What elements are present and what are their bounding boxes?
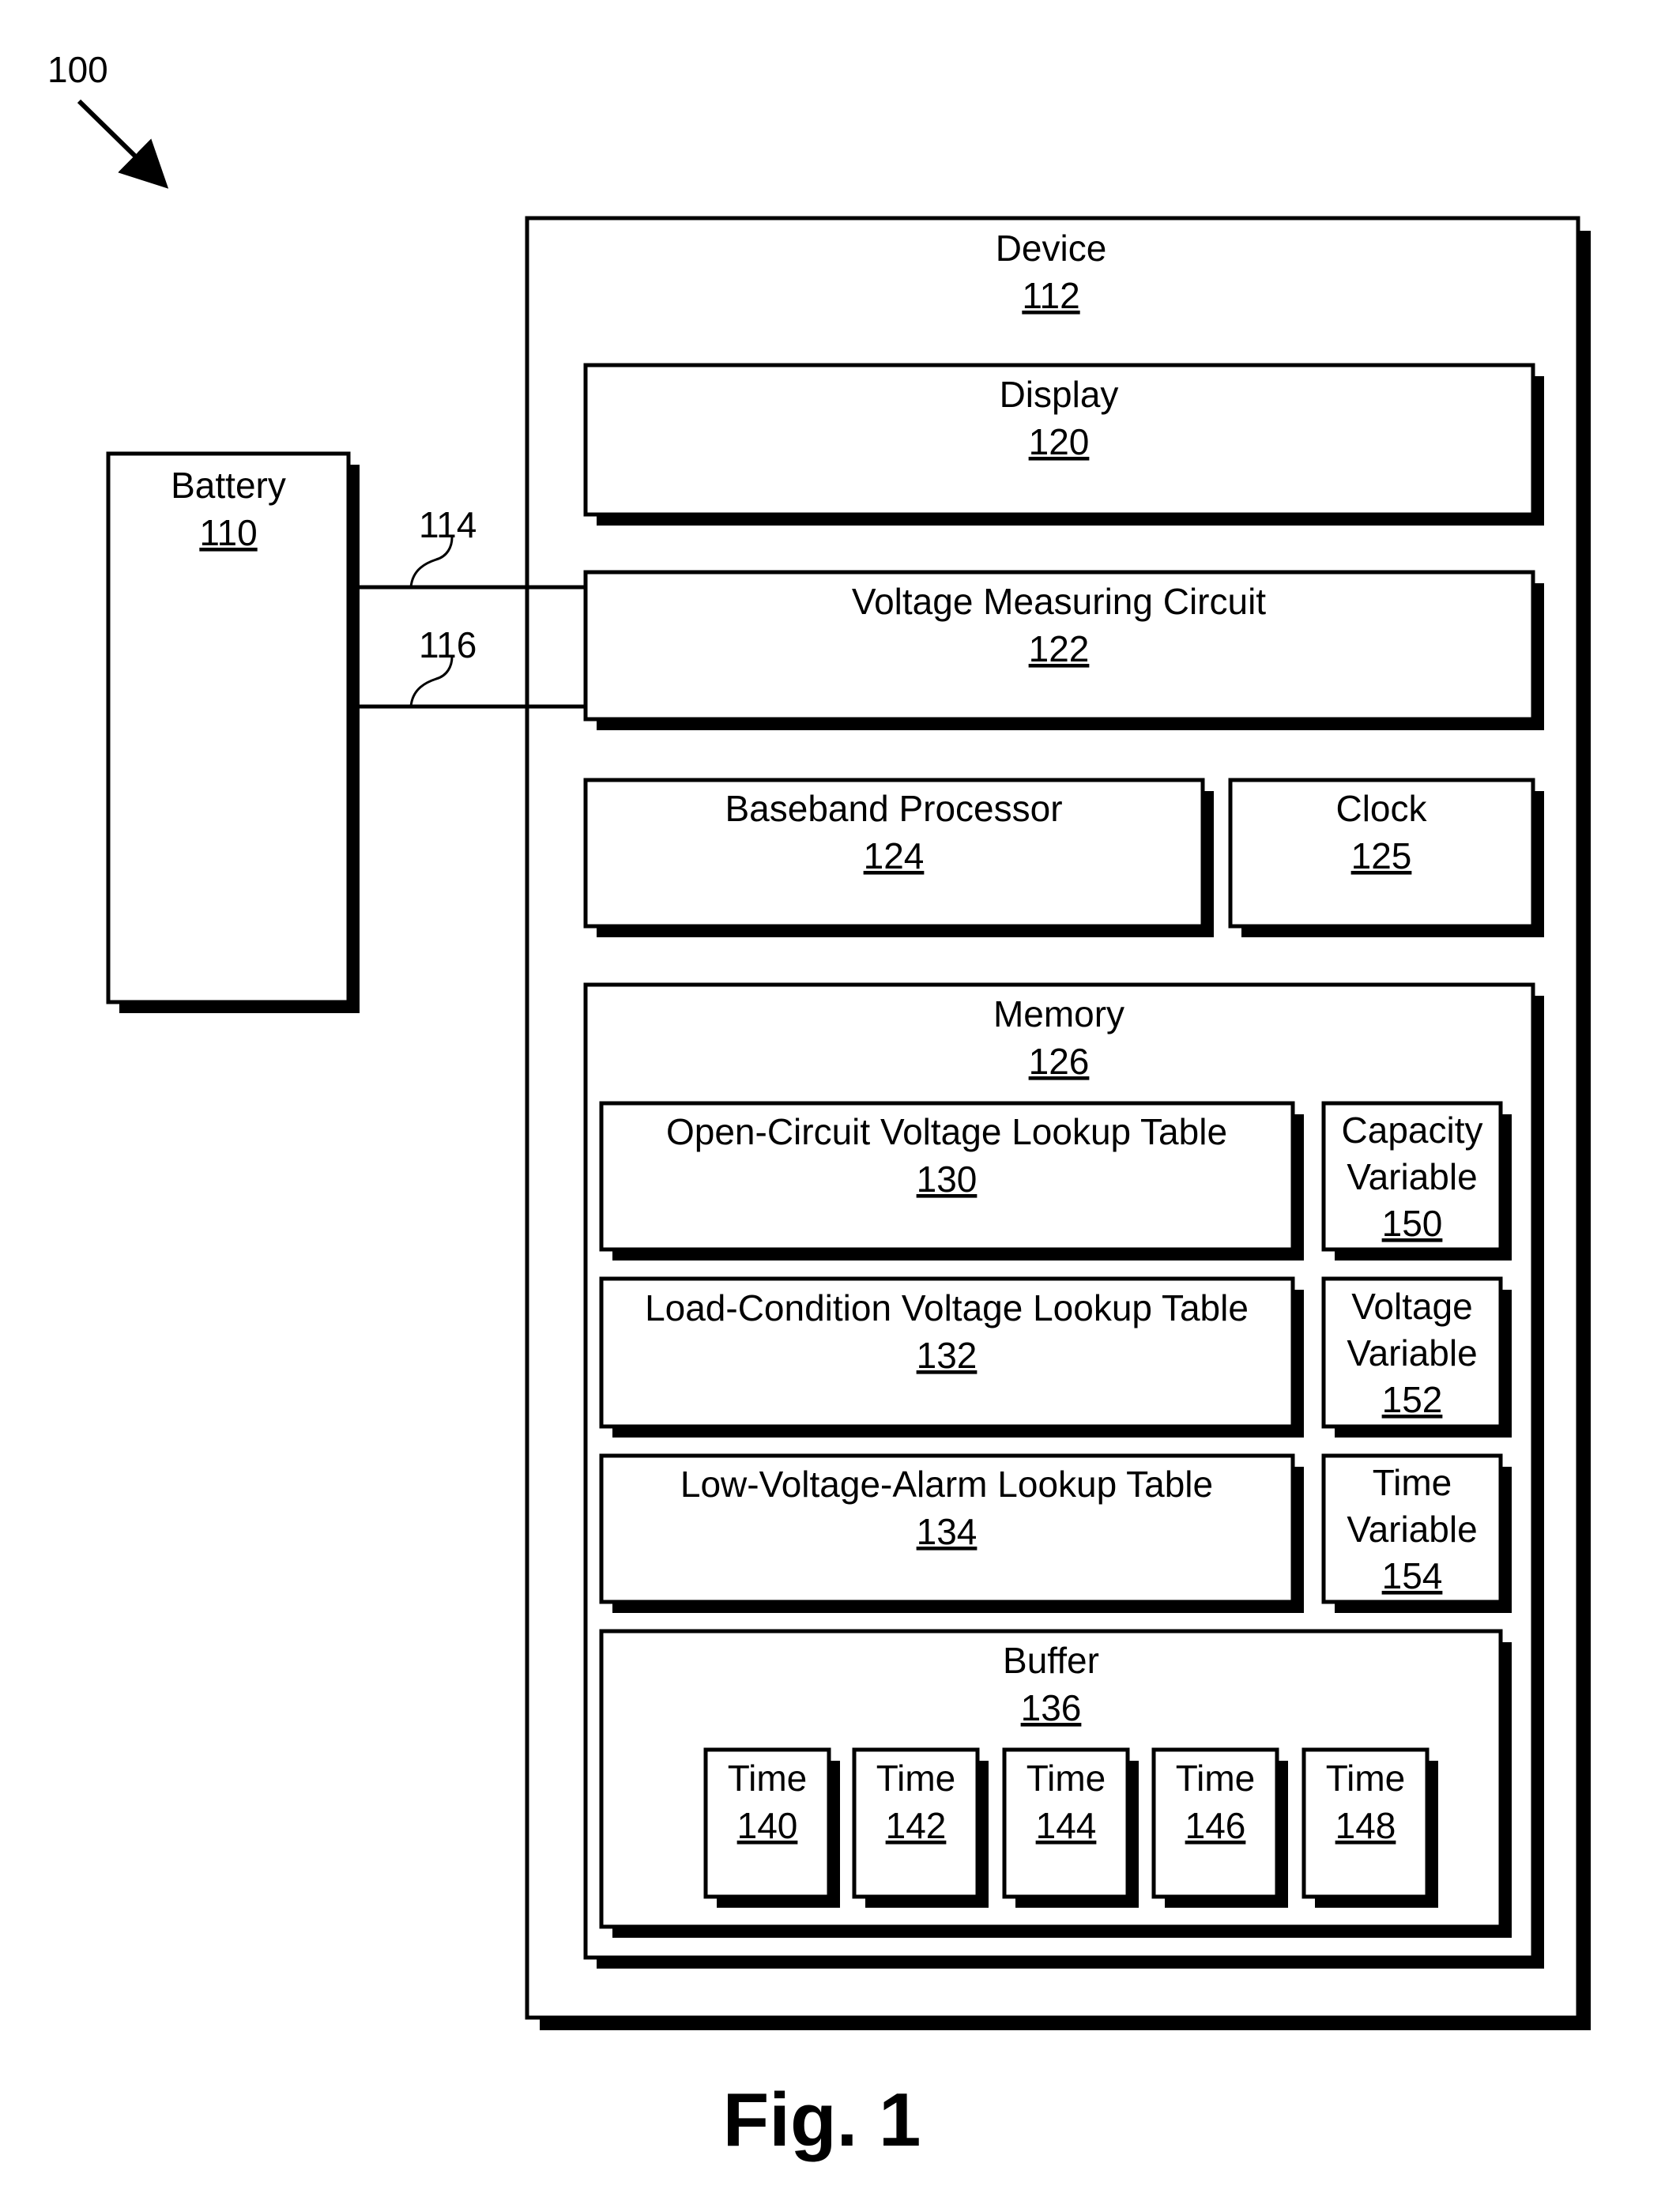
time-variable-number: 154: [1382, 1555, 1443, 1596]
time-variable-line1: Time: [1373, 1462, 1452, 1503]
buffer-time-entry: Time 144: [1002, 1747, 1139, 1908]
voltage-variable-number: 152: [1382, 1379, 1443, 1420]
connection-number-116: 116: [419, 624, 477, 665]
voltage-variable-block: Voltage Variable 152: [1321, 1276, 1512, 1438]
buffer-time-entry: Time 146: [1151, 1747, 1288, 1908]
connection-number-114: 114: [419, 504, 477, 545]
lva-table-number: 134: [917, 1511, 978, 1552]
buffer-time-entry: Time 140: [703, 1747, 840, 1908]
clock-label: Clock: [1335, 788, 1427, 829]
clock-block: Clock 125: [1228, 778, 1544, 937]
clock-number: 125: [1351, 835, 1412, 876]
diagram-canvas: 100 Battery 110 Device 112 114 116 Displ…: [47, 49, 1591, 2162]
battery-block: Battery 110: [106, 451, 360, 1013]
lva-table-block: Low-Voltage-Alarm Lookup Table 134: [599, 1453, 1304, 1613]
buffer-time-number: 146: [1185, 1805, 1246, 1846]
display-block: Display 120: [583, 363, 1544, 526]
time-variable-block: Time Variable 154: [1321, 1453, 1512, 1613]
buffer-time-entry: Time 148: [1301, 1747, 1438, 1908]
memory-number: 126: [1029, 1041, 1090, 1082]
display-number: 120: [1029, 421, 1090, 462]
voltage-variable-line2: Variable: [1347, 1332, 1477, 1374]
lcv-table-number: 132: [917, 1335, 978, 1376]
ocv-table-label: Open-Circuit Voltage Lookup Table: [666, 1111, 1227, 1152]
battery-label: Battery: [171, 465, 286, 506]
figure-caption: Fig. 1: [723, 2078, 921, 2162]
buffer-time-label: Time: [876, 1758, 956, 1799]
buffer-time-number: 144: [1036, 1805, 1097, 1846]
display-label: Display: [1000, 374, 1119, 415]
buffer-time-number: 142: [886, 1805, 947, 1846]
baseband-label: Baseband Processor: [725, 788, 1062, 829]
buffer-label: Buffer: [1003, 1640, 1099, 1681]
capacity-variable-number: 150: [1382, 1203, 1443, 1244]
figure-reference-label: 100: [47, 49, 108, 90]
voltage-variable-line1: Voltage: [1351, 1286, 1472, 1327]
voltage-measuring-circuit-block: Voltage Measuring Circuit 122: [583, 570, 1544, 730]
ocv-table-block: Open-Circuit Voltage Lookup Table 130: [599, 1101, 1304, 1261]
buffer-entries: Time 140 Time 142 Time 144 Time 146 Time 148: [703, 1747, 1438, 1908]
lcv-table-label: Load-Condition Voltage Lookup Table: [645, 1287, 1249, 1328]
buffer-time-label: Time: [1326, 1758, 1406, 1799]
buffer-time-label: Time: [728, 1758, 808, 1799]
buffer-time-number: 140: [737, 1805, 798, 1846]
device-label: Device: [996, 228, 1107, 269]
ocv-table-number: 130: [917, 1159, 978, 1200]
baseband-processor-block: Baseband Processor 124: [583, 778, 1214, 937]
time-variable-line2: Variable: [1347, 1509, 1477, 1550]
buffer-time-entry: Time 142: [852, 1747, 989, 1908]
vmc-number: 122: [1029, 628, 1090, 669]
baseband-number: 124: [864, 835, 925, 876]
memory-label: Memory: [993, 993, 1124, 1034]
capacity-variable-line1: Capacity: [1342, 1110, 1483, 1151]
device-number: 112: [1022, 275, 1079, 316]
figure-reference-arrow: [77, 99, 169, 189]
capacity-variable-block: Capacity Variable 150: [1321, 1101, 1512, 1261]
buffer-time-label: Time: [1176, 1758, 1256, 1799]
buffer-number: 136: [1021, 1687, 1082, 1728]
capacity-variable-line2: Variable: [1347, 1156, 1477, 1197]
lcv-table-block: Load-Condition Voltage Lookup Table 132: [599, 1276, 1304, 1438]
buffer-time-number: 148: [1335, 1805, 1396, 1846]
vmc-label: Voltage Measuring Circuit: [852, 581, 1266, 622]
lva-table-label: Low-Voltage-Alarm Lookup Table: [680, 1464, 1213, 1505]
buffer-time-label: Time: [1026, 1758, 1106, 1799]
battery-number: 110: [199, 512, 257, 553]
